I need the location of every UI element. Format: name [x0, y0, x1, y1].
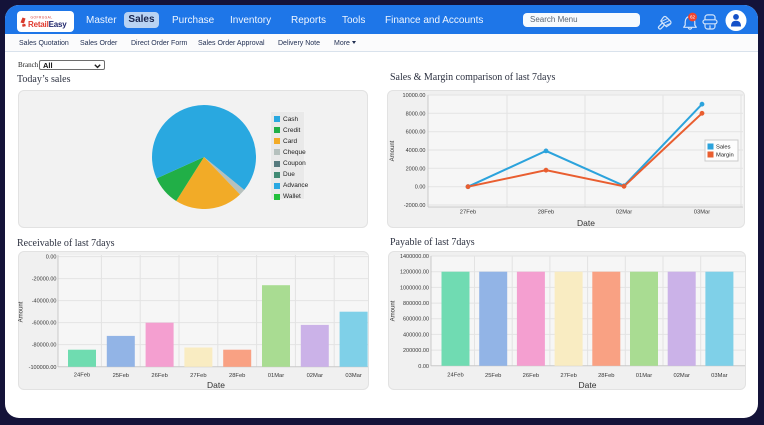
svg-text:0.00: 0.00 — [46, 255, 57, 261]
svg-text:8000.00: 8000.00 — [406, 111, 426, 117]
svg-text:0.00: 0.00 — [418, 364, 429, 370]
svg-text:RetailEasy: RetailEasy — [28, 20, 67, 29]
svg-text:1200000.00: 1200000.00 — [400, 270, 429, 276]
svg-text:02Mar: 02Mar — [307, 373, 324, 379]
svg-text:24Feb: 24Feb — [447, 373, 463, 379]
svg-text:28Feb: 28Feb — [598, 373, 614, 379]
svg-text:-100000.00: -100000.00 — [29, 365, 57, 371]
svg-text:01Mar: 01Mar — [636, 373, 653, 379]
svg-text:62: 62 — [690, 15, 696, 20]
svg-text:27Feb: 27Feb — [460, 210, 476, 216]
svg-text:Sales: Sales — [716, 145, 731, 151]
svg-text:Date: Date — [577, 218, 595, 228]
svg-text:02Mar: 02Mar — [673, 373, 690, 379]
svg-text:01Mar: 01Mar — [268, 373, 285, 379]
svg-text:Date: Date — [579, 380, 597, 390]
svg-text:1400000.00: 1400000.00 — [400, 254, 429, 260]
svg-text:1000000.00: 1000000.00 — [400, 285, 429, 291]
svg-text:400000.00: 400000.00 — [403, 332, 429, 338]
svg-text:03Mar: 03Mar — [711, 373, 728, 379]
svg-text:200000.00: 200000.00 — [403, 348, 429, 354]
svg-text:Date: Date — [207, 380, 225, 390]
svg-text:27Feb: 27Feb — [190, 373, 206, 379]
svg-text:28Feb: 28Feb — [538, 210, 554, 216]
svg-text:-20000.00: -20000.00 — [32, 277, 57, 283]
svg-text:28Feb: 28Feb — [229, 373, 245, 379]
svg-text:2000.00: 2000.00 — [406, 166, 426, 172]
svg-text:-80000.00: -80000.00 — [32, 343, 57, 349]
svg-text:03Mar: 03Mar — [345, 373, 362, 379]
svg-text:02Mar: 02Mar — [616, 210, 633, 216]
svg-text:26Feb: 26Feb — [151, 373, 167, 379]
svg-text:25Feb: 25Feb — [485, 373, 501, 379]
svg-text:-2000.00: -2000.00 — [404, 203, 426, 209]
svg-text:0.00: 0.00 — [415, 185, 426, 191]
svg-text:600000.00: 600000.00 — [403, 317, 429, 323]
svg-text:GOFRUGAL: GOFRUGAL — [31, 16, 53, 20]
svg-text:-60000.00: -60000.00 — [32, 321, 57, 327]
svg-text:6000.00: 6000.00 — [406, 130, 426, 136]
svg-text:10000.00: 10000.00 — [403, 93, 426, 99]
svg-text:24Feb: 24Feb — [74, 373, 90, 379]
svg-text:Amount: Amount — [391, 300, 397, 321]
svg-text:4000.00: 4000.00 — [406, 148, 426, 154]
svg-text:-40000.00: -40000.00 — [32, 299, 57, 305]
svg-text:800000.00: 800000.00 — [403, 301, 429, 307]
svg-text:26Feb: 26Feb — [523, 373, 539, 379]
svg-text:Amount: Amount — [390, 140, 396, 161]
svg-text:Amount: Amount — [19, 301, 25, 322]
svg-text:Margin: Margin — [716, 153, 734, 159]
svg-text:03Mar: 03Mar — [694, 210, 711, 216]
svg-text:25Feb: 25Feb — [113, 373, 129, 379]
svg-text:27Feb: 27Feb — [560, 373, 576, 379]
